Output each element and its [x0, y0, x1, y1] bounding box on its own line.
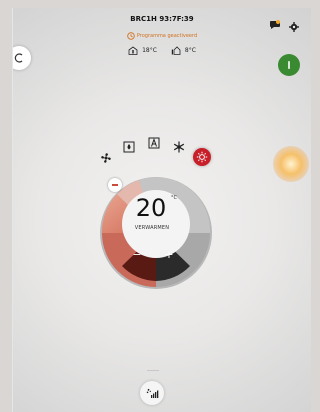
gear-icon[interactable] — [289, 17, 299, 32]
indoor-temperature: 18°C — [128, 46, 157, 55]
back-icon — [14, 53, 23, 63]
dry-icon[interactable] — [122, 139, 136, 153]
fan-speed-icon — [146, 388, 159, 398]
clock-icon — [127, 32, 135, 40]
program-status-text: Programma geactiveerd — [136, 33, 198, 39]
increase-button[interactable]: + — [159, 248, 179, 262]
fan-icon[interactable] — [99, 150, 113, 164]
chat-icon[interactable] — [269, 16, 281, 29]
outdoor-house-icon — [171, 46, 181, 55]
auto-icon[interactable] — [147, 135, 161, 149]
fan-speed-button[interactable] — [140, 381, 164, 405]
chat-icon-graphic — [270, 20, 280, 29]
power-button[interactable] — [278, 54, 300, 76]
cool-icon-graphic — [173, 141, 185, 153]
outdoor-temperature-value: 8°C — [184, 47, 196, 54]
fan-icon-graphic — [101, 153, 111, 163]
back-button[interactable] — [13, 46, 31, 70]
mode-label: VERWARMEN — [134, 225, 170, 231]
app-screen: BRC1H 93:7F:39 Programma geactiveerd 18°… — [12, 8, 311, 412]
temperature-readouts: 18°C 8°C — [13, 46, 311, 55]
setpoint-slider-handle[interactable] — [108, 178, 122, 192]
program-status: Programma geactiveerd — [13, 32, 311, 40]
setpoint-unit: °C — [171, 195, 177, 201]
decrease-button[interactable]: − — [127, 248, 147, 262]
power-icon — [288, 61, 290, 69]
indoor-temperature-value: 18°C — [142, 47, 157, 54]
heat-mode-button[interactable] — [193, 148, 211, 166]
auto-icon-graphic — [148, 137, 160, 149]
device-title: BRC1H 93:7F:39 — [130, 15, 194, 23]
drawer-handle[interactable] — [147, 370, 159, 371]
light-reflection — [273, 146, 309, 182]
heat-icon — [196, 151, 208, 163]
dry-icon-graphic — [123, 141, 135, 153]
outdoor-temperature: 8°C — [171, 46, 196, 55]
indoor-house-icon — [128, 46, 138, 55]
gear-icon-graphic — [289, 22, 299, 32]
cool-icon[interactable] — [172, 139, 186, 153]
